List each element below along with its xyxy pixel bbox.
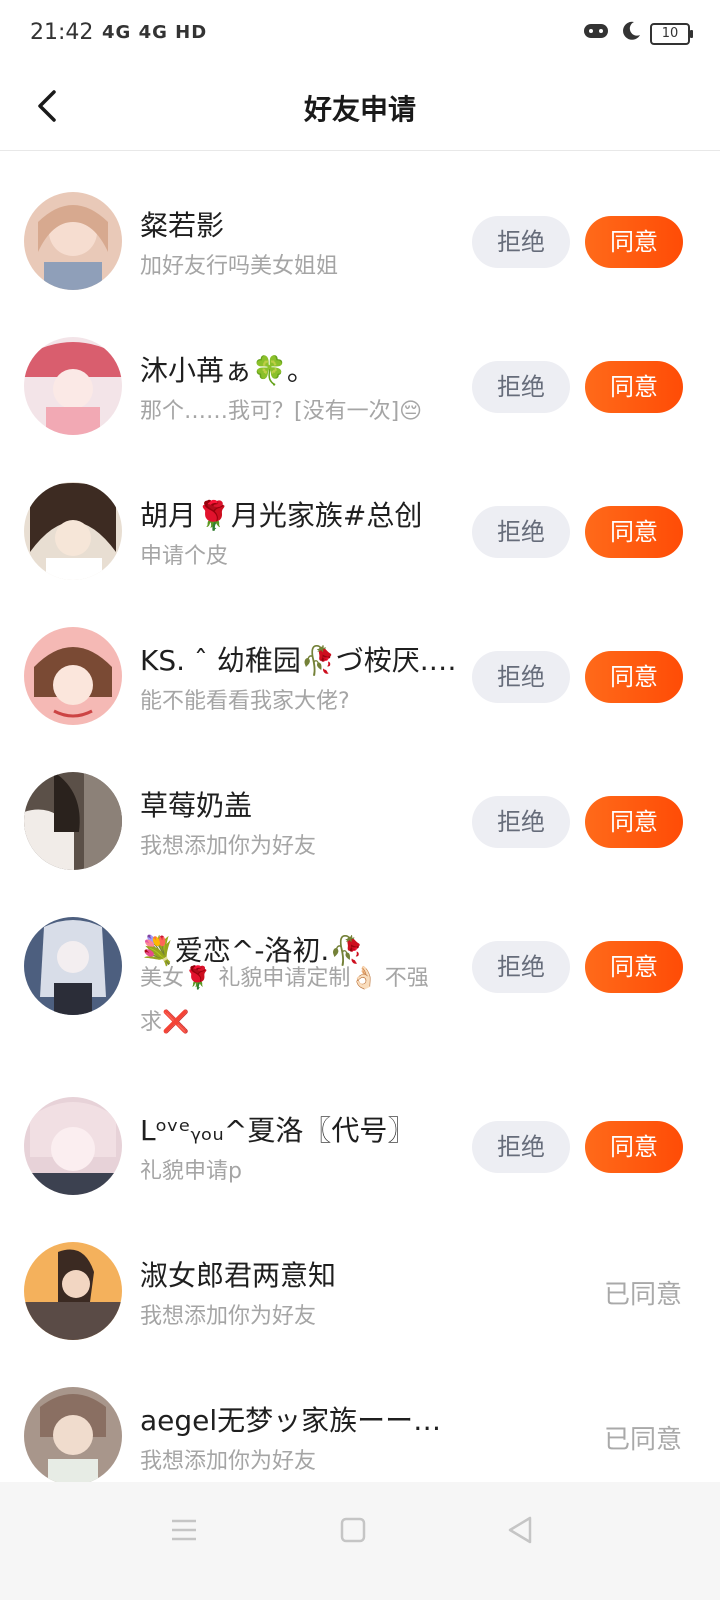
request-row: 沐小苒ぁ🍀。 那个……我可？[没有一次]😔 拒绝 同意: [0, 295, 720, 440]
avatar[interactable]: [24, 482, 122, 580]
avatar[interactable]: [24, 1387, 122, 1485]
request-message: 那个……我可？[没有一次]😔: [140, 399, 423, 424]
triangle-back-icon: [508, 1516, 532, 1544]
agreed-status: 已同意: [603, 1280, 682, 1310]
requester-name: aegel无梦ッ家族ーー白沫: [140, 1404, 460, 1437]
request-row: aegel无梦ッ家族ーー白沫 我想添加你为好友 已同意: [0, 1345, 720, 1490]
status-bar: 21:42 4G 4G HD 10: [0, 0, 720, 70]
avatar[interactable]: [24, 1097, 122, 1195]
requester-name: 胡月🌹月光家族#总创: [140, 499, 423, 532]
back-nav-button[interactable]: [500, 1510, 540, 1550]
agree-button[interactable]: 同意: [585, 506, 683, 558]
agree-button[interactable]: 同意: [585, 651, 683, 703]
battery-icon: 10: [650, 22, 693, 45]
agree-button[interactable]: 同意: [585, 1121, 683, 1173]
menu-icon: [172, 1519, 196, 1541]
avatar[interactable]: [24, 1242, 122, 1340]
moon-icon: [620, 20, 642, 47]
requester-name: KS. ˆ 幼稚园🥀づ桉厌.…: [140, 644, 457, 677]
request-row: 草莓奶盖 我想添加你为好友 拒绝 同意: [0, 730, 720, 875]
home-button[interactable]: [333, 1510, 373, 1550]
signal-indicator: 4G 4G HD: [102, 22, 208, 43]
request-message: 礼貌申请p: [140, 1159, 242, 1184]
requester-name: 粲若影: [140, 209, 225, 242]
request-row: 粲若影 加好友行吗美女姐姐 拒绝 同意: [0, 150, 720, 295]
request-message: 能不能看看我家大佬?: [140, 689, 350, 714]
agree-button[interactable]: 同意: [585, 941, 683, 993]
status-time: 21:42: [30, 20, 94, 45]
menu-button[interactable]: [164, 1510, 204, 1550]
avatar[interactable]: [24, 192, 122, 290]
agree-button[interactable]: 同意: [585, 796, 683, 848]
requester-name: Lᵒᵛᵉᵧₒᵤ^夏洛〖代号〗: [140, 1114, 416, 1147]
reject-button[interactable]: 拒绝: [472, 941, 570, 993]
agree-button[interactable]: 同意: [585, 361, 683, 413]
request-message: 我想添加你为好友: [140, 1304, 317, 1329]
battery-level: 10: [661, 26, 679, 41]
reject-button[interactable]: 拒绝: [472, 361, 570, 413]
game-icon: [582, 20, 612, 47]
request-message: 美女🌹 礼貌申请定制👌🏻 不强求❌: [140, 966, 429, 1035]
request-message: 我想添加你为好友: [140, 834, 317, 859]
system-navigation-bar: [0, 1482, 720, 1600]
square-icon: [340, 1517, 366, 1543]
request-message: 申请个皮: [140, 544, 229, 569]
agree-button[interactable]: 同意: [585, 216, 683, 268]
avatar[interactable]: [24, 337, 122, 435]
reject-button[interactable]: 拒绝: [472, 796, 570, 848]
request-row: 胡月🌹月光家族#总创 申请个皮 拒绝 同意: [0, 440, 720, 585]
request-row: 💐爱恋^-洛初.🥀 美女🌹 礼貌申请定制👌🏻 不强求❌ 拒绝 同意: [0, 875, 720, 1055]
status-icons: 10: [582, 20, 693, 47]
header-bar: 好友申请: [0, 70, 720, 151]
request-message: 我想添加你为好友: [140, 1449, 317, 1474]
request-row: 淑女郎君两意知 我想添加你为好友 已同意: [0, 1200, 720, 1345]
reject-button[interactable]: 拒绝: [472, 1121, 570, 1173]
avatar[interactable]: [24, 772, 122, 870]
request-message: 加好友行吗美女姐姐: [140, 254, 339, 279]
request-row: KS. ˆ 幼稚园🥀づ桉厌.… 能不能看看我家大佬? 拒绝 同意: [0, 585, 720, 730]
requester-name: 沐小苒ぁ🍀。: [140, 354, 315, 387]
reject-button[interactable]: 拒绝: [472, 651, 570, 703]
avatar[interactable]: [24, 917, 122, 1015]
request-row: Lᵒᵛᵉᵧₒᵤ^夏洛〖代号〗 礼貌申请p 拒绝 同意: [0, 1055, 720, 1200]
agreed-status: 已同意: [603, 1425, 682, 1455]
requester-name: 草莓奶盖: [140, 789, 253, 822]
reject-button[interactable]: 拒绝: [472, 216, 570, 268]
requester-name: 淑女郎君两意知: [140, 1259, 337, 1292]
reject-button[interactable]: 拒绝: [472, 506, 570, 558]
avatar[interactable]: [24, 627, 122, 725]
page-title: 好友申请: [303, 93, 416, 126]
